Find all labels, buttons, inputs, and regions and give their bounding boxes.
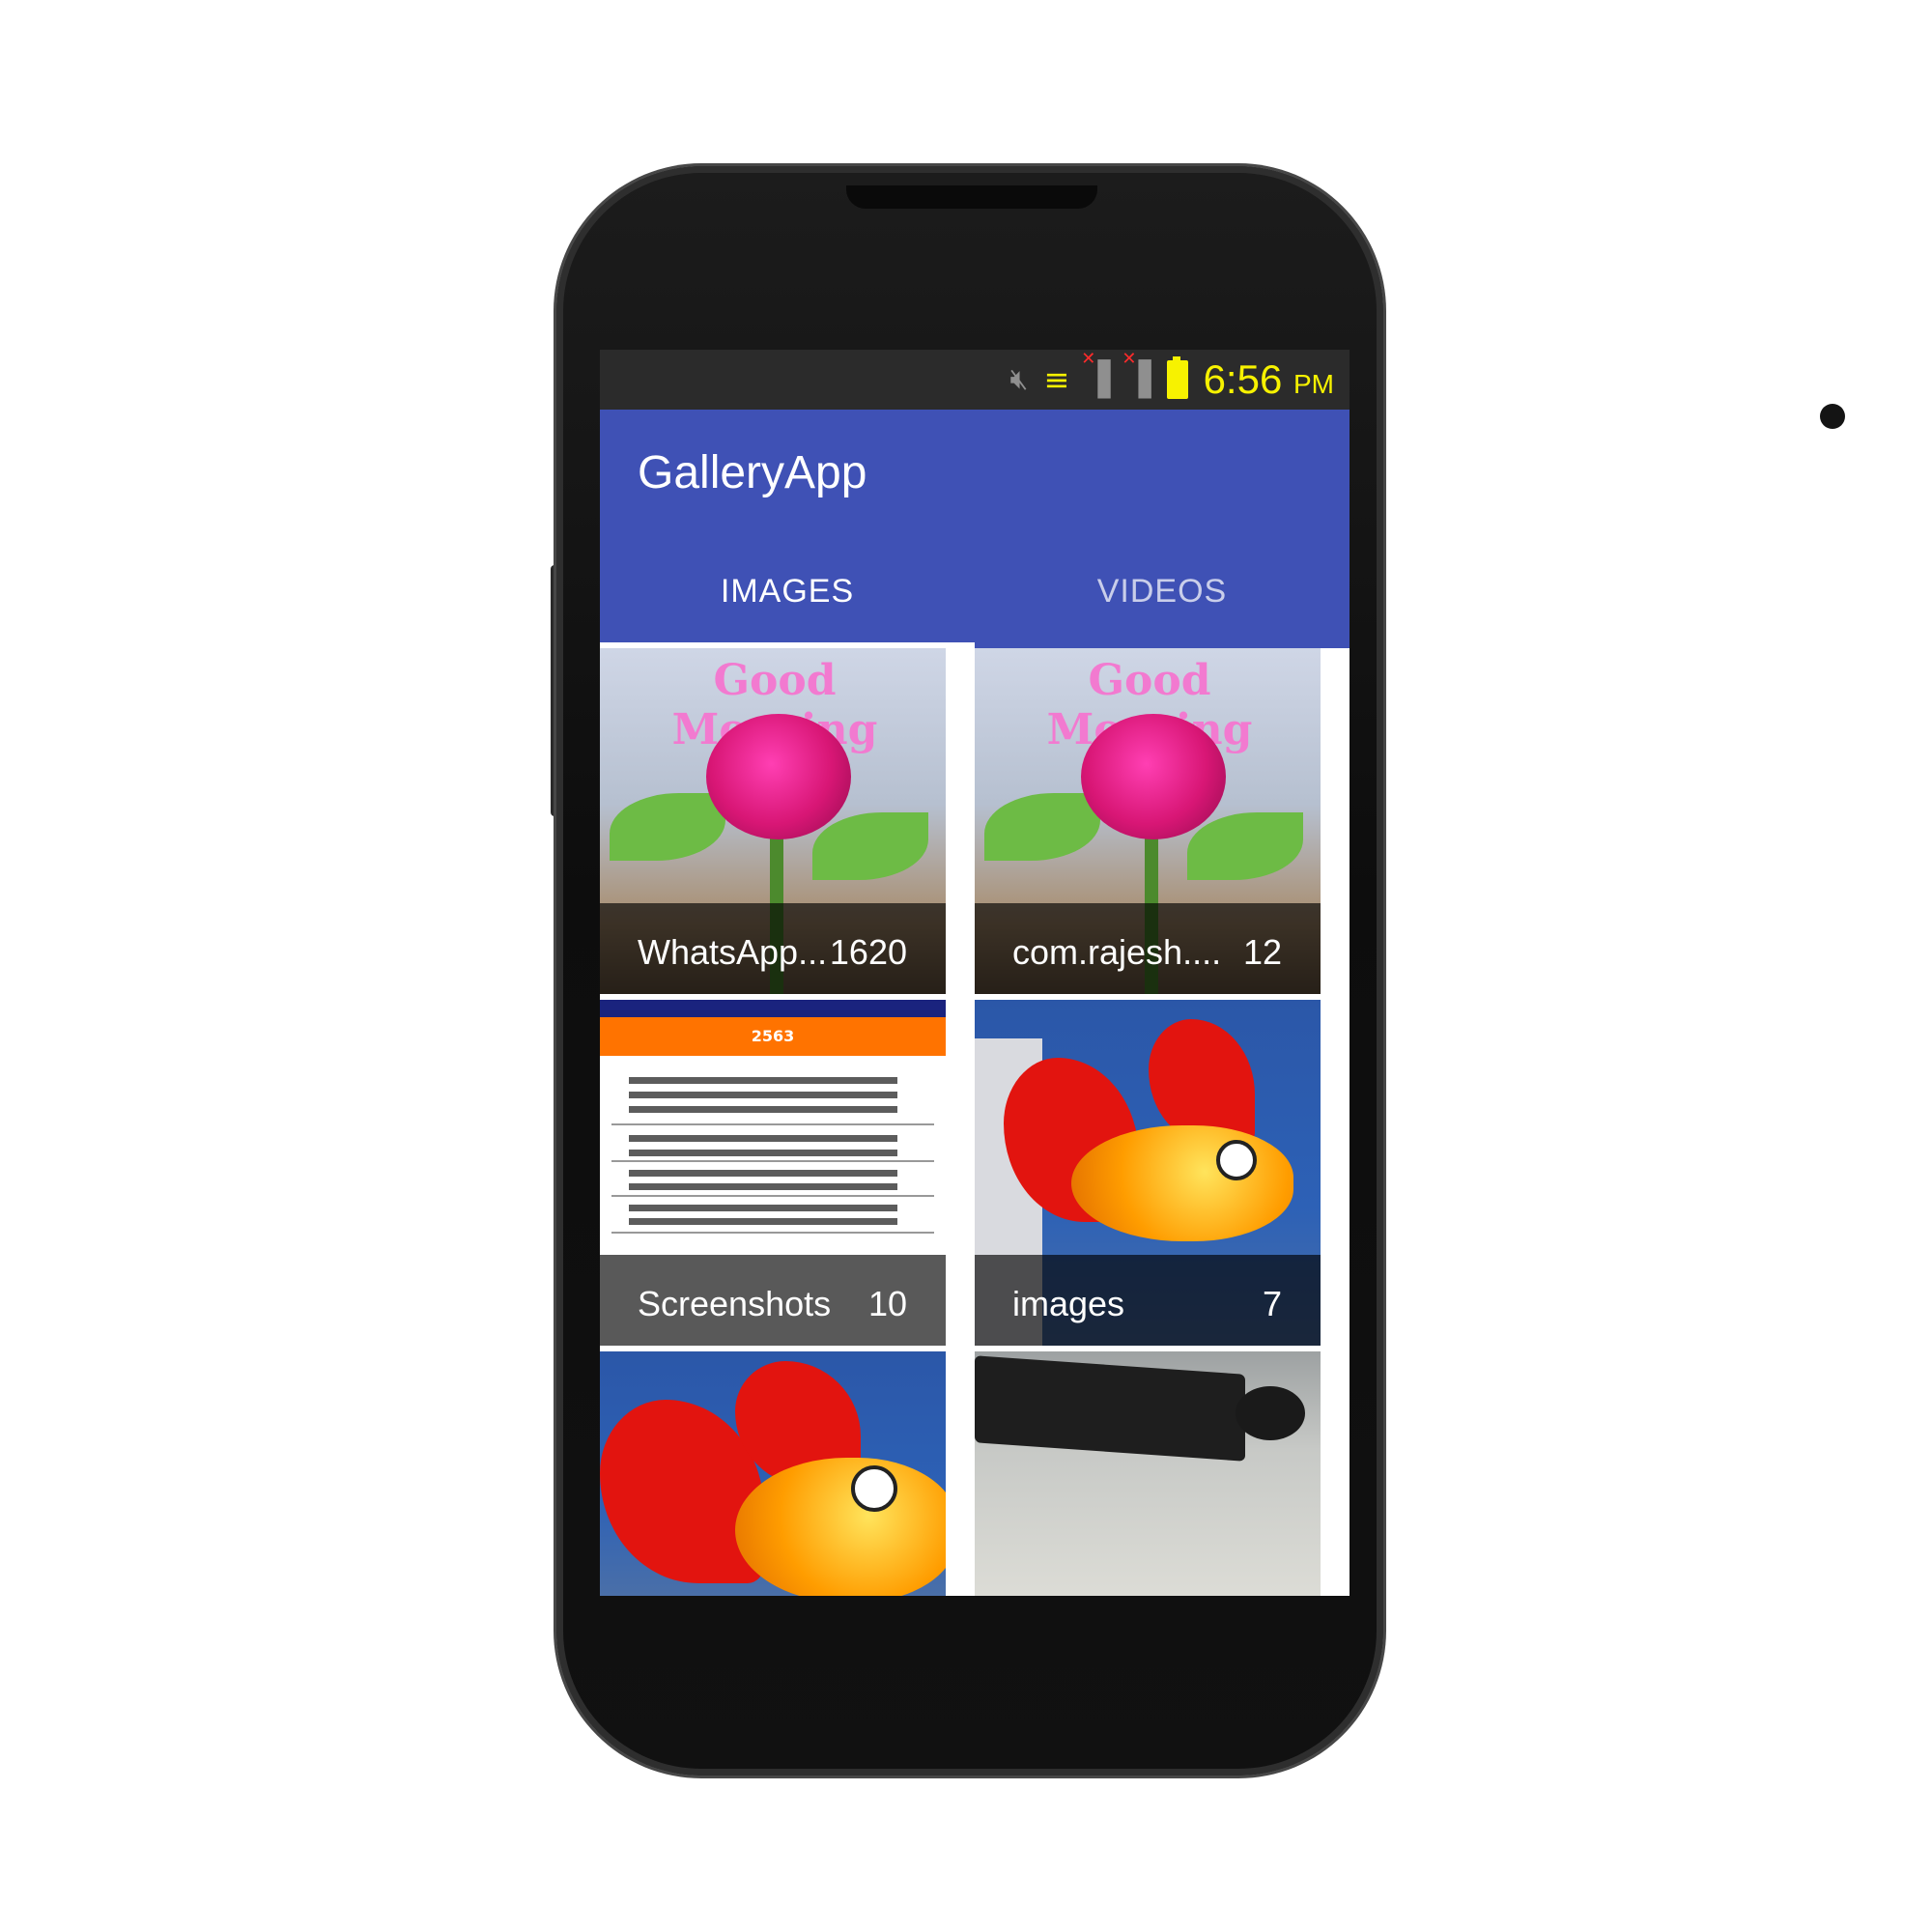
leaf xyxy=(1187,812,1303,880)
tab-images[interactable]: IMAGES xyxy=(600,535,975,648)
keyboard-image xyxy=(975,1351,1321,1596)
album-tile[interactable]: 2563 Screenshots 10 xyxy=(600,1000,946,1346)
fish-image xyxy=(600,1351,946,1596)
album-count: 7 xyxy=(1262,1284,1282,1323)
leaf xyxy=(984,793,1100,861)
rose-flower xyxy=(1081,714,1226,839)
screenshot-text-line xyxy=(629,1170,897,1177)
keyboard xyxy=(975,1355,1245,1462)
status-bar: 🔇︎ ≡ ✕ ▐ ✕ ▐ 6:56 PM xyxy=(600,350,1350,410)
front-camera xyxy=(1820,404,1845,429)
fish-eye xyxy=(851,1465,897,1512)
fish-eye xyxy=(1216,1140,1257,1180)
screenshot-divider xyxy=(611,1232,934,1234)
tab-videos[interactable]: VIDEOS xyxy=(975,535,1350,648)
status-icons: 🔇︎ ≡ ✕ ▐ ✕ ▐ 6:56 PM xyxy=(1010,350,1334,410)
rose-flower xyxy=(706,714,851,839)
screenshot-divider xyxy=(611,1160,934,1162)
screenshot-text-line xyxy=(629,1205,897,1211)
album-tile[interactable] xyxy=(975,1351,1321,1596)
battery-icon xyxy=(1166,356,1188,399)
screenshot-divider xyxy=(611,1123,934,1125)
screenshot-header: 2563 xyxy=(600,1017,946,1056)
album-name: com.rajesh.... xyxy=(1012,932,1222,972)
leaf xyxy=(812,812,928,880)
screenshot-text-line xyxy=(629,1092,897,1098)
album-grid: Good Morning WhatsApp... 1620 Good Morni… xyxy=(600,648,1350,1596)
album-name: Screenshots xyxy=(638,1284,832,1323)
wifi-icon: ≡ xyxy=(1043,361,1070,398)
screenshot-text-line xyxy=(629,1077,897,1084)
signal-icon: ✕ ▐ xyxy=(1122,350,1151,399)
phone-screen: 🔇︎ ≡ ✕ ▐ ✕ ▐ 6:56 PM GalleryApp IMAGES VID… xyxy=(600,350,1350,1596)
screenshot-divider xyxy=(611,1195,934,1197)
album-name: images xyxy=(1012,1284,1125,1323)
signal-icon: ✕ ▐ xyxy=(1081,350,1111,399)
screenshot-text-line xyxy=(629,1218,897,1225)
fish-body xyxy=(1071,1125,1293,1241)
screenshot-status-bar xyxy=(600,1000,946,1017)
tab-videos-label: VIDEOS xyxy=(1096,573,1228,610)
album-tile[interactable]: Good Morning WhatsApp... 1620 xyxy=(600,648,946,994)
album-count: 1620 xyxy=(829,932,907,972)
tab-images-label: IMAGES xyxy=(720,573,855,610)
fish-body xyxy=(735,1458,946,1596)
tab-bar: IMAGES VIDEOS xyxy=(600,535,1350,648)
app-bar: GalleryApp IMAGES VIDEOS xyxy=(600,410,1350,648)
screenshot-text-line xyxy=(629,1150,897,1156)
album-tile[interactable]: Good Morning com.rajesh.... 12 xyxy=(975,648,1321,994)
screenshot-text-line xyxy=(629,1135,897,1142)
status-clock: 6:56 PM xyxy=(1203,356,1334,402)
leaf xyxy=(610,793,725,861)
album-count: 12 xyxy=(1242,932,1282,972)
computer-mouse xyxy=(1236,1386,1305,1440)
album-tile[interactable]: images 7 xyxy=(975,1000,1321,1346)
mute-icon: 🔇︎ xyxy=(1009,362,1029,396)
screenshot-text-line xyxy=(629,1183,897,1190)
app-title: GalleryApp xyxy=(638,447,867,498)
album-name: WhatsApp... xyxy=(638,932,828,972)
screenshot-text-line xyxy=(629,1106,897,1113)
album-count: 10 xyxy=(867,1284,907,1323)
album-tile[interactable] xyxy=(600,1351,946,1596)
